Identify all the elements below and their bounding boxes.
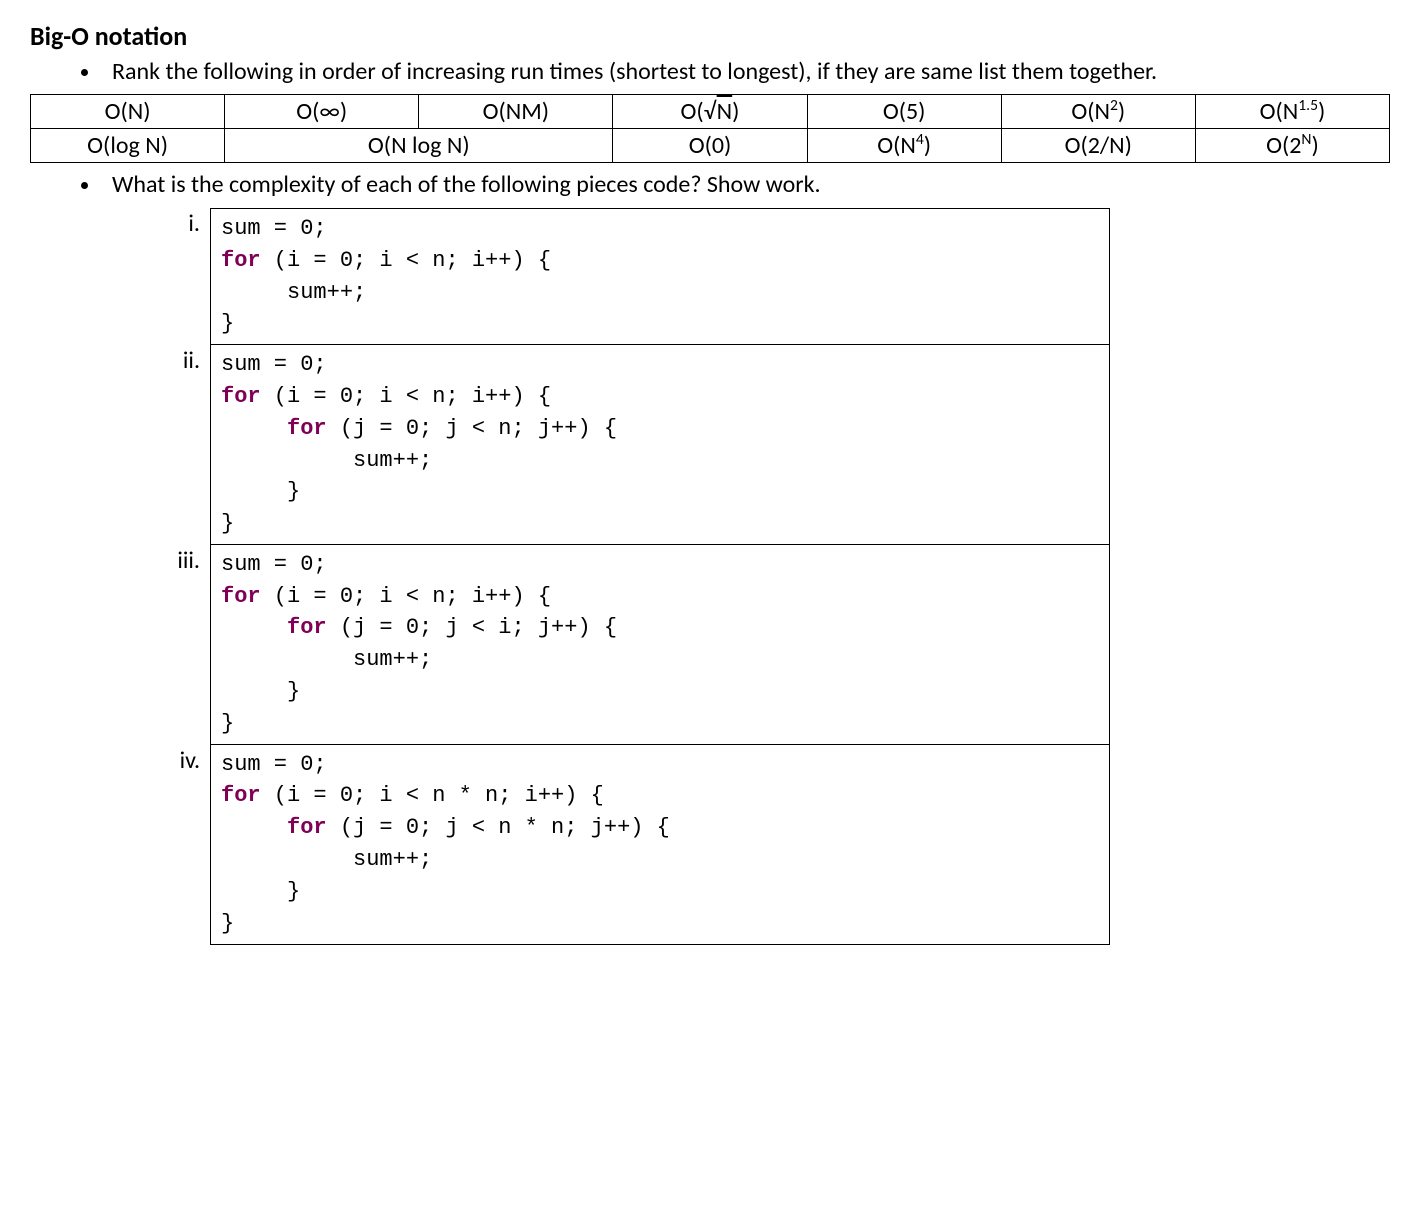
code-line: sum++; bbox=[221, 647, 432, 672]
text: O(N bbox=[1071, 97, 1110, 126]
keyword-for: for bbox=[287, 416, 327, 441]
bullet-list-2: What is the complexity of each of the fo… bbox=[30, 169, 1390, 201]
cell-o-0: O(0) bbox=[613, 129, 807, 163]
code-line: } bbox=[221, 911, 234, 936]
sup: N bbox=[1301, 130, 1311, 149]
code-box-ii: sum = 0; for (i = 0; i < n; i++) { for (… bbox=[210, 344, 1110, 545]
text: ) bbox=[1318, 97, 1325, 126]
page-title: Big-O notation bbox=[30, 20, 1390, 52]
bullet-list-1: Rank the following in order of increasin… bbox=[30, 56, 1390, 88]
keyword-for: for bbox=[287, 615, 327, 640]
code-line: sum = 0; bbox=[221, 552, 327, 577]
sqrt-icon: √N bbox=[704, 97, 732, 126]
code-line: (j = 0; j < i; j++) { bbox=[327, 615, 617, 640]
code-line: } bbox=[221, 879, 300, 904]
cell-o-2overn: O(2/N) bbox=[1001, 129, 1195, 163]
table-row: O(N) O(∞) O(NM) O(√N) O(5) O(N2) O(N1.5) bbox=[31, 95, 1390, 129]
code-line: } bbox=[221, 511, 234, 536]
cell-o-sqrt-n: O(√N) bbox=[613, 95, 807, 129]
code-line: (i = 0; i < n; i++) { bbox=[261, 584, 551, 609]
keyword-for: for bbox=[287, 815, 327, 840]
keyword-for: for bbox=[221, 384, 261, 409]
cell-o-nm: O(NM) bbox=[419, 95, 613, 129]
sup: 4 bbox=[916, 130, 924, 149]
code-line: } bbox=[221, 679, 300, 704]
keyword-for: for bbox=[221, 248, 261, 273]
complexity-table: O(N) O(∞) O(NM) O(√N) O(5) O(N2) O(N1.5)… bbox=[30, 94, 1390, 163]
code-line: (i = 0; i < n; i++) { bbox=[261, 248, 551, 273]
code-section: i. sum = 0; for (i = 0; i < n; i++) { su… bbox=[150, 208, 1390, 945]
label-i: i. bbox=[150, 208, 210, 238]
code-line: (j = 0; j < n * n; j++) { bbox=[327, 815, 670, 840]
cell-o-n: O(N) bbox=[31, 95, 225, 129]
cell-o-2n: O(2N) bbox=[1195, 129, 1389, 163]
keyword-for: for bbox=[221, 783, 261, 808]
code-box-iii: sum = 0; for (i = 0; i < n; i++) { for (… bbox=[210, 544, 1110, 745]
text: O(2 bbox=[1266, 131, 1301, 160]
code-line: } bbox=[221, 711, 234, 736]
cell-o-n2: O(N2) bbox=[1001, 95, 1195, 129]
keyword-for: for bbox=[221, 584, 261, 609]
text: O( bbox=[681, 97, 704, 126]
code-box-iv: sum = 0; for (i = 0; i < n * n; i++) { f… bbox=[210, 744, 1110, 945]
cell-o-n4: O(N4) bbox=[807, 129, 1001, 163]
code-line: sum = 0; bbox=[221, 752, 327, 777]
text: ) bbox=[924, 131, 931, 160]
code-line: } bbox=[221, 479, 300, 504]
code-row-ii: ii. sum = 0; for (i = 0; i < n; i++) { f… bbox=[150, 345, 1390, 545]
code-line: (j = 0; j < n; j++) { bbox=[327, 416, 617, 441]
code-row-i: i. sum = 0; for (i = 0; i < n; i++) { su… bbox=[150, 208, 1390, 346]
code-row-iv: iv. sum = 0; for (i = 0; i < n * n; i++)… bbox=[150, 745, 1390, 945]
code-line: sum++; bbox=[221, 448, 432, 473]
code-line: (i = 0; i < n * n; i++) { bbox=[261, 783, 604, 808]
cell-o-n15: O(N1.5) bbox=[1195, 95, 1389, 129]
code-line: } bbox=[221, 311, 234, 336]
code-line: sum++; bbox=[221, 847, 432, 872]
sup: 1.5 bbox=[1298, 96, 1318, 115]
table-row: O(log N) O(N log N) O(0) O(N4) O(2/N) O(… bbox=[31, 129, 1390, 163]
text: O(N bbox=[877, 131, 916, 160]
text: ) bbox=[732, 97, 739, 126]
text: ) bbox=[1311, 131, 1318, 160]
bullet-complexity: What is the complexity of each of the fo… bbox=[102, 169, 1390, 201]
code-line: sum++; bbox=[221, 280, 366, 305]
label-iv: iv. bbox=[150, 745, 210, 775]
code-box-i: sum = 0; for (i = 0; i < n; i++) { sum++… bbox=[210, 208, 1110, 346]
text: ) bbox=[1118, 97, 1125, 126]
cell-o-logn: O(log N) bbox=[31, 129, 225, 163]
code-row-iii: iii. sum = 0; for (i = 0; i < n; i++) { … bbox=[150, 545, 1390, 745]
code-line: (i = 0; i < n; i++) { bbox=[261, 384, 551, 409]
label-ii: ii. bbox=[150, 345, 210, 375]
code-line: sum = 0; bbox=[221, 352, 327, 377]
bullet-rank: Rank the following in order of increasin… bbox=[102, 56, 1390, 88]
code-line: sum = 0; bbox=[221, 216, 327, 241]
cell-o-inf: O(∞) bbox=[225, 95, 419, 129]
label-iii: iii. bbox=[150, 545, 210, 575]
cell-o-5: O(5) bbox=[807, 95, 1001, 129]
cell-o-nlogn: O(N log N) bbox=[225, 129, 613, 163]
sup: 2 bbox=[1110, 96, 1118, 115]
text: O(N bbox=[1260, 97, 1299, 126]
